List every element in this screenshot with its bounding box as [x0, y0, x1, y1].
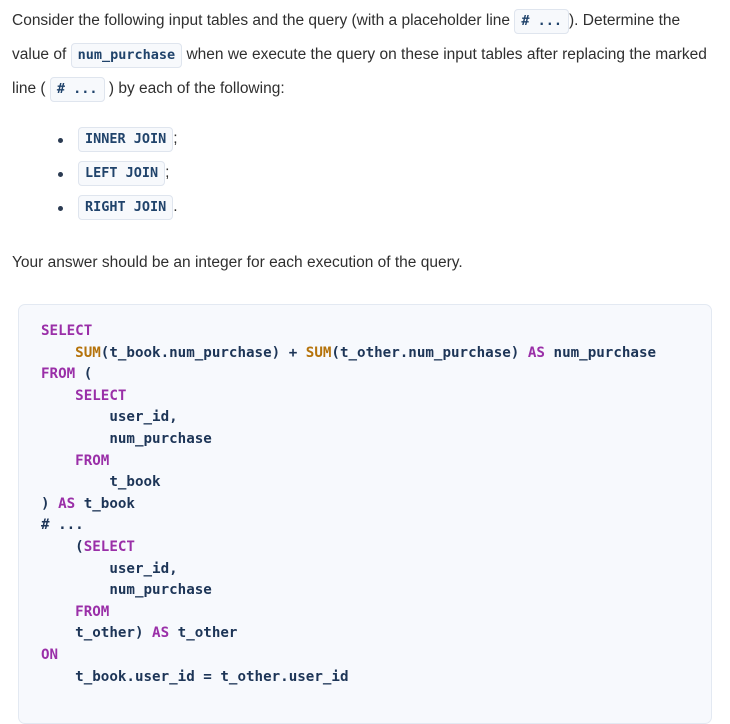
code-token: num_purchase	[41, 582, 212, 599]
inline-code-num-purchase: num_purchase	[70, 43, 183, 68]
list-item-punctuation: ;	[165, 164, 170, 181]
list-item-punctuation: ;	[173, 130, 178, 147]
code-token: t_book.user_id = t_other.user_id	[41, 668, 349, 685]
answer-instruction: Your answer should be an integer for eac…	[12, 254, 463, 271]
intro-text-part-1: Consider the following input tables and …	[12, 12, 515, 29]
code-token: t_book	[41, 474, 161, 491]
list-item: INNER JOIN;	[12, 122, 718, 156]
inline-code-placeholder-2: # ...	[49, 77, 105, 102]
code-token: (t_book.num_purchase) +	[100, 344, 306, 361]
code-token: FROM	[75, 452, 110, 469]
list-item-punctuation: .	[173, 198, 178, 215]
code-token: SUM	[305, 344, 332, 361]
code-token: SELECT	[41, 323, 93, 339]
code-token: (	[75, 366, 93, 383]
code-token: FROM	[41, 366, 76, 383]
code-token: t_book	[75, 495, 135, 512]
code-token: # ...	[41, 517, 84, 534]
inline-code-right-join: RIGHT JOIN	[78, 195, 174, 220]
code-token: SELECT	[75, 387, 127, 404]
code-token: AS	[58, 495, 76, 512]
code-token: )	[41, 495, 59, 512]
code-token: t_other	[169, 625, 238, 642]
inline-code-placeholder-1: # ...	[514, 9, 569, 34]
intro-paragraph: Consider the following input tables and …	[12, 0, 718, 106]
intro-text-part-2: ).	[568, 12, 579, 29]
inline-code-left-join: LEFT JOIN	[78, 161, 166, 186]
determine-text-part-3: ) by each of the following:	[104, 80, 285, 97]
code-token: t_other)	[41, 625, 153, 642]
code-token: ON	[41, 646, 59, 663]
code-token: (t_other.num_purchase)	[331, 344, 528, 361]
inline-code-inner-join: INNER JOIN	[78, 127, 174, 152]
code-token: AS	[152, 625, 170, 642]
sql-code-content: SELECT SUM(t_book.num_purchase) + SUM(t_…	[41, 321, 711, 688]
code-token: SUM	[75, 344, 101, 361]
code-token: SELECT	[83, 538, 135, 555]
code-token: (	[41, 538, 84, 555]
sql-code-block: SELECT SUM(t_book.num_purchase) + SUM(t_…	[18, 304, 712, 724]
code-token: user_id,	[41, 560, 178, 577]
code-token: FROM	[75, 603, 110, 620]
code-token: user_id,	[41, 409, 178, 426]
code-token: AS	[527, 344, 545, 361]
list-item: LEFT JOIN;	[12, 156, 718, 190]
list-item: RIGHT JOIN.	[12, 190, 718, 224]
code-token: num_purchase	[41, 430, 212, 447]
code-token: num_purchase	[544, 344, 657, 361]
join-options-list: INNER JOIN; LEFT JOIN; RIGHT JOIN.	[12, 122, 718, 224]
document-page: Consider the following input tables and …	[0, 0, 730, 724]
